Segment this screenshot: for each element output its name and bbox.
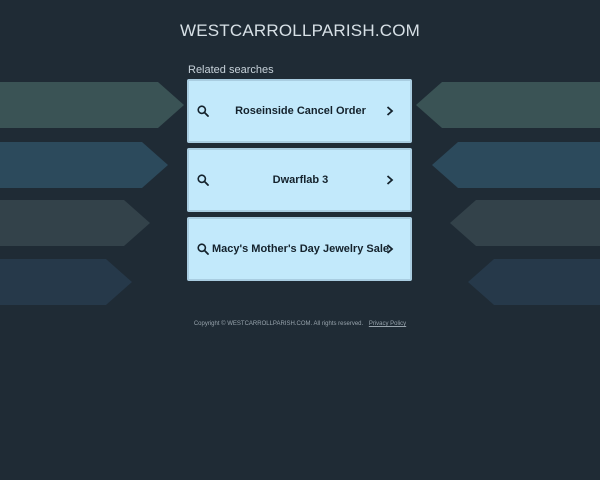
related-search-item-dwarflab[interactable]: Dwarflab 3: [187, 148, 412, 212]
related-search-label: Macy's Mother's Day Jewelry Sale: [211, 243, 390, 255]
decorative-arrow-right-2: [432, 142, 600, 188]
related-search-label: Dwarflab 3: [272, 174, 329, 186]
related-search-item-roseinside[interactable]: Roseinside Cancel Order: [187, 79, 412, 143]
decorative-arrow-left-4: [0, 259, 132, 305]
related-search-item-macys[interactable]: Macy's Mother's Day Jewelry Sale: [187, 217, 412, 281]
decorative-arrow-left-1: [0, 82, 184, 128]
chevron-right-icon: [386, 175, 394, 185]
related-searches-heading: Related searches: [188, 64, 274, 76]
decorative-arrow-right-1: [416, 82, 600, 128]
search-icon: [197, 174, 209, 186]
copyright-text: Copyright © WESTCARROLLPARISH.COM. All r…: [193, 321, 364, 327]
privacy-policy-link[interactable]: Privacy Policy: [369, 321, 406, 327]
search-icon: [197, 243, 209, 255]
search-icon: [197, 105, 209, 117]
decorative-arrow-left-2: [0, 142, 168, 188]
footer: Copyright © WESTCARROLLPARISH.COM. All r…: [0, 321, 600, 327]
decorative-arrow-right-3: [450, 200, 600, 246]
site-title: WESTCARROLLPARISH.COM: [179, 21, 421, 40]
chevron-right-icon: [386, 106, 394, 116]
page: WESTCARROLLPARISH.COM Related searches R…: [0, 0, 600, 480]
related-search-label: Roseinside Cancel Order: [235, 105, 366, 117]
decorative-arrow-right-4: [468, 259, 600, 305]
decorative-arrow-left-3: [0, 200, 150, 246]
chevron-right-icon: [386, 244, 394, 254]
